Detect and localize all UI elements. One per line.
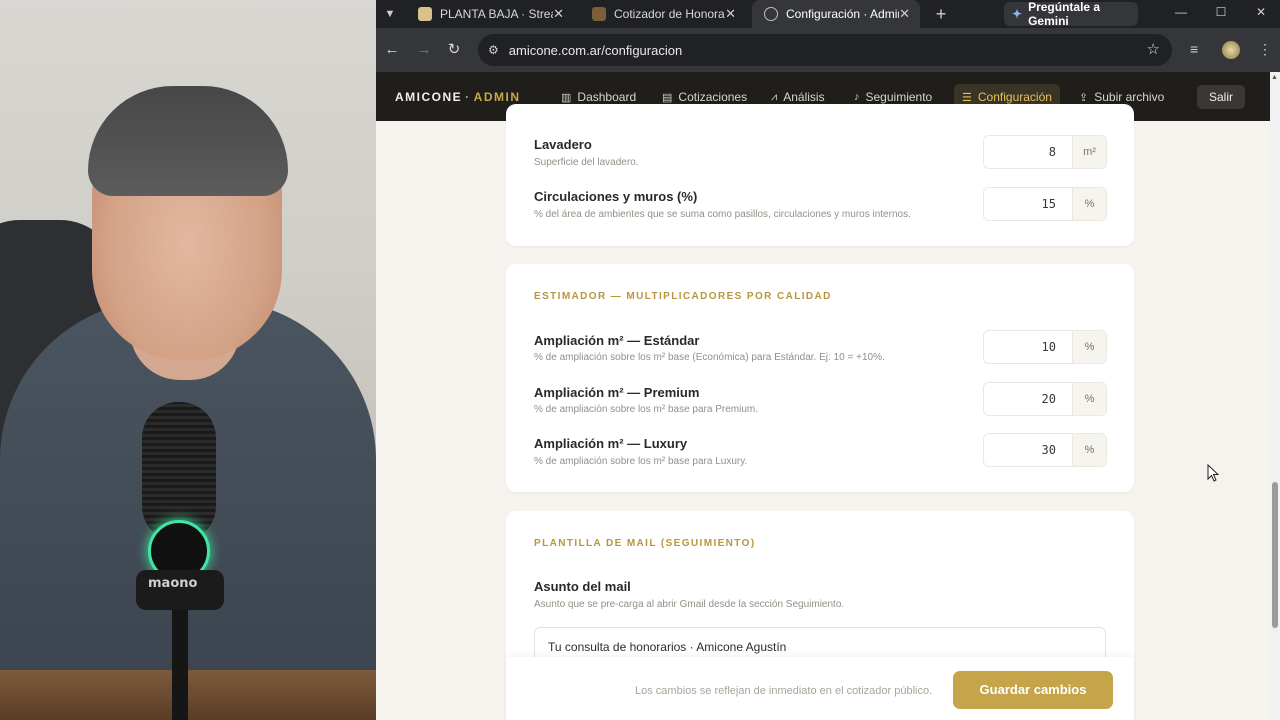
- webcam-feed: maono: [0, 0, 376, 720]
- tab-title: Cotizador de Honorario: [614, 7, 725, 21]
- footer-note: Los cambios se reflejan de inmediato en …: [635, 685, 933, 697]
- chart-icon: ▥: [561, 91, 572, 104]
- field-help: Asunto que se pre-carga al abrir Gmail d…: [534, 599, 845, 610]
- minimize-icon[interactable]: —: [1172, 5, 1190, 19]
- back-arrow-icon[interactable]: ←: [382, 40, 402, 60]
- field-help: % de ampliación sobre los m² base (Econó…: [534, 352, 885, 363]
- tab-cotizador[interactable]: Cotizador de Honorario ✕: [580, 0, 746, 28]
- screen: maono ▼ PLANTA BAJA · Streamin ✕ Cotizad…: [0, 0, 1280, 720]
- tab-strip: ▼ PLANTA BAJA · Streamin ✕ Cotizador de …: [376, 0, 1280, 28]
- unit-label: %: [1072, 434, 1106, 466]
- maximize-icon[interactable]: ☐: [1212, 5, 1230, 19]
- globe-icon: [764, 7, 778, 21]
- tab-title: PLANTA BAJA · Streamin: [440, 7, 553, 21]
- luxury-input[interactable]: 30 %: [983, 433, 1107, 467]
- gemini-button[interactable]: ✦ Pregúntale a Gemini: [1004, 0, 1138, 28]
- tab-favicon: [418, 7, 432, 21]
- lavadero-input[interactable]: 8 m²: [983, 135, 1107, 169]
- field-help: Superficie del lavadero.: [534, 157, 639, 168]
- field-label: Lavadero: [534, 137, 592, 152]
- input-value: 15: [1041, 197, 1056, 211]
- bell-icon: ♪: [854, 91, 860, 103]
- tab-title: Configuración · Admin: [786, 7, 900, 21]
- field-help: % de ampliación sobre los m² base para P…: [534, 404, 758, 415]
- save-footer: Los cambios se reflejan de inmediato en …: [506, 657, 1134, 720]
- circulaciones-input[interactable]: 15 %: [983, 187, 1107, 221]
- input-value: 10: [1041, 340, 1056, 354]
- field-label: Circulaciones y muros (%): [534, 189, 698, 204]
- close-icon[interactable]: ✕: [553, 6, 564, 22]
- input-value: 20: [1041, 392, 1056, 406]
- input-value: 30: [1041, 443, 1056, 457]
- mic-stand: [172, 608, 188, 720]
- input-value: Tu consulta de honorarios · Amicone Agus…: [548, 640, 787, 654]
- unit-label: %: [1072, 331, 1106, 363]
- address-bar[interactable]: ⚙ amicone.com.ar/configuracion ☆: [478, 34, 1172, 66]
- premium-input[interactable]: 20 %: [983, 382, 1107, 416]
- tab-configuracion[interactable]: Configuración · Admin ✕: [752, 0, 920, 28]
- forward-arrow-icon[interactable]: →: [414, 40, 434, 60]
- sliders-icon: ☰: [962, 91, 972, 104]
- tab-search-icon[interactable]: ▼: [380, 4, 400, 24]
- person-hair: [88, 86, 288, 196]
- site-info-icon[interactable]: ⚙: [488, 43, 499, 57]
- mic-base: maono: [136, 570, 224, 610]
- save-button[interactable]: Guardar cambios: [953, 671, 1113, 709]
- nav-label: Dashboard: [577, 90, 637, 104]
- close-icon[interactable]: ✕: [899, 6, 910, 22]
- profile-avatar[interactable]: [1222, 41, 1240, 59]
- close-icon[interactable]: ✕: [725, 6, 736, 22]
- brand-separator: ·: [465, 90, 471, 104]
- section-title: PLANTILLA DE MAIL (SEGUIMIENTO): [534, 538, 756, 549]
- browser-window: ▼ PLANTA BAJA · Streamin ✕ Cotizador de …: [376, 0, 1280, 720]
- input-value: 8: [1048, 145, 1056, 159]
- scrollbar-thumb[interactable]: [1272, 482, 1278, 628]
- new-tab-button[interactable]: +: [930, 3, 952, 25]
- field-label: Ampliación m² — Luxury: [534, 436, 688, 451]
- menu-kebab-icon[interactable]: ⋮: [1258, 41, 1272, 58]
- field-help: % del área de ambientes que se suma como…: [534, 209, 911, 220]
- list-icon: ▤: [662, 91, 673, 104]
- card-estimador: ESTIMADOR — MULTIPLICADORES POR CALIDAD …: [506, 264, 1134, 492]
- reload-icon[interactable]: ↻: [444, 40, 464, 60]
- nav-label: Configuración: [977, 90, 1052, 104]
- page-scrollbar[interactable]: ▲: [1270, 72, 1280, 720]
- tab-planta-baja[interactable]: PLANTA BAJA · Streamin ✕: [406, 0, 574, 28]
- brand-name: AMICONE: [395, 90, 463, 104]
- brand-logo[interactable]: AMICONE · ADMIN: [395, 90, 521, 104]
- field-label: Ampliación m² — Estándar: [534, 333, 700, 348]
- mic-brand-label: maono: [148, 576, 198, 591]
- bookmark-star-icon[interactable]: ☆: [1147, 40, 1160, 58]
- logout-button[interactable]: Salir: [1197, 85, 1245, 109]
- brand-admin: ADMIN: [473, 90, 521, 104]
- unit-label: %: [1072, 188, 1106, 220]
- section-title: ESTIMADOR — MULTIPLICADORES POR CALIDAD: [534, 291, 832, 302]
- field-label: Ampliación m² — Premium: [534, 385, 700, 400]
- nav-label: Subir archivo: [1094, 90, 1165, 104]
- trend-icon: ⩘: [771, 90, 778, 103]
- tab-favicon: [592, 7, 606, 21]
- upload-icon: ⇪: [1079, 91, 1089, 104]
- field-help: % de ampliación sobre los m² base para L…: [534, 456, 748, 467]
- unit-label: m²: [1072, 136, 1106, 168]
- window-close-icon[interactable]: ✕: [1252, 5, 1270, 19]
- url-text: amicone.com.ar/configuracion: [508, 42, 683, 58]
- nav-label: Análisis: [783, 90, 825, 104]
- browser-toolbar: ← → ↻ ⚙ amicone.com.ar/configuracion ☆ ≡…: [376, 28, 1280, 72]
- unit-label: %: [1072, 383, 1106, 415]
- scroll-up-icon[interactable]: ▲: [1271, 74, 1278, 81]
- field-label: Asunto del mail: [534, 579, 631, 594]
- nav-label: Seguimiento: [865, 90, 933, 104]
- nav-label: Cotizaciones: [678, 90, 748, 104]
- media-icon[interactable]: ≡: [1190, 41, 1198, 57]
- card-superficies: Lavadero Superficie del lavadero. 8 m² C…: [506, 104, 1134, 246]
- gemini-label: Pregúntale a Gemini: [1028, 0, 1101, 28]
- sparkle-icon: ✦: [1012, 7, 1023, 21]
- estandar-input[interactable]: 10 %: [983, 330, 1107, 364]
- desk-shape: [0, 670, 376, 720]
